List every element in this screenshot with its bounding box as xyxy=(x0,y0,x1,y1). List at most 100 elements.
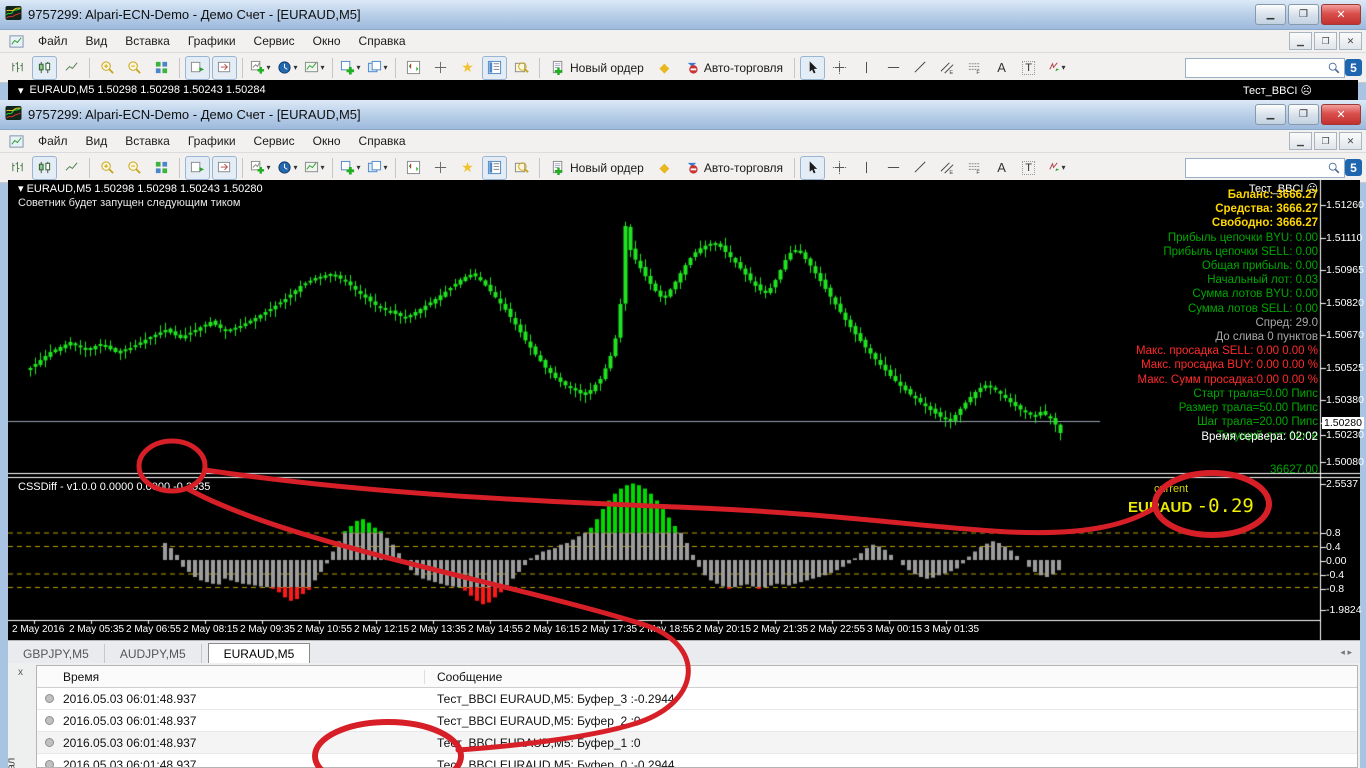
close-button[interactable]: ✕ xyxy=(1321,4,1361,25)
crosshair-icon[interactable] xyxy=(428,156,453,180)
templates-icon[interactable]: ▾ xyxy=(302,56,327,80)
text-label-tool-icon[interactable]: T xyxy=(1016,56,1041,80)
search-input[interactable] xyxy=(1185,58,1345,78)
chart-candles-icon[interactable] xyxy=(32,156,57,180)
dropdown-caret-icon[interactable]: ▾ xyxy=(383,163,387,172)
tile-windows-icon[interactable] xyxy=(149,56,174,80)
menu-item[interactable]: Файл xyxy=(29,31,77,51)
chart-line-icon[interactable] xyxy=(59,156,84,180)
ea-smiley-icon[interactable]: ☹ xyxy=(1301,85,1312,97)
crosshair-tool-icon[interactable] xyxy=(827,56,852,80)
child-restore-button[interactable]: ❐ xyxy=(1314,32,1337,50)
column-time[interactable]: Время xyxy=(37,670,425,684)
horizontal-line-tool-icon[interactable] xyxy=(881,156,906,180)
dropdown-caret-icon[interactable]: ▾ xyxy=(293,163,297,172)
menu-item[interactable]: Окно xyxy=(304,31,350,51)
dropdown-caret-icon[interactable]: ▾ xyxy=(266,163,270,172)
fibonacci-tool-icon[interactable]: F xyxy=(962,156,987,180)
new-order-button[interactable]: Новый ордер xyxy=(545,56,650,80)
menu-item[interactable]: Вставка xyxy=(116,31,179,51)
dropdown-caret-icon[interactable]: ▾ xyxy=(356,163,360,172)
chart-shift-icon[interactable] xyxy=(212,56,237,80)
dropdown-caret-icon[interactable]: ▾ xyxy=(1062,163,1066,172)
chart-tab[interactable]: GBPJPY,M5 xyxy=(8,644,105,664)
profiles-icon[interactable]: ▾ xyxy=(365,156,390,180)
zoom-in-icon[interactable] xyxy=(95,156,120,180)
chart-symbol-line[interactable]: ▾ EURAUD,M5 1.50298 1.50298 1.50243 1.50… xyxy=(18,182,263,195)
autotrading-button[interactable]: Авто-торговля xyxy=(679,56,789,80)
timeframes-icon[interactable]: ▾ xyxy=(275,156,300,180)
dropdown-caret-icon[interactable]: ▾ xyxy=(1062,63,1066,72)
child-minimize-button[interactable]: ▁ xyxy=(1289,32,1312,50)
titlebar[interactable]: 9757299: Alpari-ECN-Demo - Демо Счет - [… xyxy=(0,0,1366,30)
data-window-icon[interactable] xyxy=(401,156,426,180)
vertical-line-tool-icon[interactable] xyxy=(854,156,879,180)
crosshair-icon[interactable] xyxy=(428,56,453,80)
chart-bars-icon[interactable] xyxy=(5,56,30,80)
journal-row[interactable]: 2016.05.03 06:01:48.937Тест_BBCI EURAUD,… xyxy=(37,732,1357,754)
tile-windows-icon[interactable] xyxy=(149,156,174,180)
crosshair-tool-icon[interactable] xyxy=(827,156,852,180)
cursor-tool-icon[interactable] xyxy=(800,156,825,180)
new-chart-icon[interactable]: ▾ xyxy=(338,156,363,180)
menu-item[interactable]: Сервис xyxy=(245,31,304,51)
symbol-dropdown-icon[interactable]: ▾ xyxy=(18,84,24,97)
auto-scroll-icon[interactable] xyxy=(185,56,210,80)
terminal-close-icon[interactable]: x xyxy=(18,667,23,678)
dropdown-caret-icon[interactable]: ▾ xyxy=(383,63,387,72)
chart-area[interactable]: ▾ EURAUD,M5 1.50298 1.50298 1.50243 1.50… xyxy=(8,180,1360,640)
indicators-icon[interactable]: ▾ xyxy=(248,56,273,80)
chart-candles-icon[interactable] xyxy=(32,56,57,80)
text-tool-icon[interactable]: A xyxy=(989,56,1014,80)
strategy-tester-icon[interactable] xyxy=(509,156,534,180)
child-close-button[interactable]: ✕ xyxy=(1339,132,1362,150)
dropdown-caret-icon[interactable]: ▾ xyxy=(293,63,297,72)
dropdown-caret-icon[interactable]: ▾ xyxy=(266,63,270,72)
equidistant-channel-tool-icon[interactable]: E xyxy=(935,56,960,80)
equidistant-channel-tool-icon[interactable]: E xyxy=(935,156,960,180)
dropdown-caret-icon[interactable]: ▾ xyxy=(320,163,324,172)
close-button[interactable]: ✕ xyxy=(1321,104,1361,125)
journal-row[interactable]: 2016.05.03 06:01:48.937Тест_BBCI EURAUD,… xyxy=(37,710,1357,732)
search-input[interactable] xyxy=(1185,158,1345,178)
data-window-icon[interactable] xyxy=(401,56,426,80)
search-icon[interactable] xyxy=(1327,61,1341,75)
maximize-button[interactable]: ❐ xyxy=(1288,4,1319,25)
menu-item[interactable]: Вставка xyxy=(116,131,179,151)
zoom-out-icon[interactable] xyxy=(122,56,147,80)
chart-line-icon[interactable] xyxy=(59,56,84,80)
menu-item[interactable]: Вид xyxy=(77,31,117,51)
menu-item[interactable]: Справка xyxy=(350,131,415,151)
menu-item[interactable]: Сервис xyxy=(245,131,304,151)
menu-item[interactable]: Файл xyxy=(29,131,77,151)
text-label-tool-icon[interactable]: T xyxy=(1016,156,1041,180)
favorites-icon[interactable]: ★ xyxy=(455,56,480,80)
horizontal-line-tool-icon[interactable] xyxy=(881,56,906,80)
chart-tab[interactable]: EURAUD,M5 xyxy=(208,643,311,664)
metaeditor-icon[interactable]: ◆ xyxy=(652,56,677,80)
chart-tab[interactable]: AUDJPY,M5 xyxy=(105,644,202,664)
zoom-out-icon[interactable] xyxy=(122,156,147,180)
child-restore-button[interactable]: ❐ xyxy=(1314,132,1337,150)
minimize-button[interactable]: ▁ xyxy=(1255,104,1286,125)
journal-row[interactable]: 2016.05.03 06:01:48.937Тест_BBCI EURAUD,… xyxy=(37,688,1357,710)
menu-item[interactable]: Окно xyxy=(304,131,350,151)
child-minimize-button[interactable]: ▁ xyxy=(1289,132,1312,150)
journal-row[interactable]: 2016.05.03 06:01:48.937Тест_BBCI EURAUD,… xyxy=(37,754,1357,768)
arrows-tool-icon[interactable]: ▾ xyxy=(1043,56,1068,80)
titlebar[interactable]: 9757299: Alpari-ECN-Demo - Демо Счет - [… xyxy=(0,100,1366,130)
child-close-button[interactable]: ✕ xyxy=(1339,32,1362,50)
menu-item[interactable]: Графики xyxy=(179,31,245,51)
chart-bars-icon[interactable] xyxy=(5,156,30,180)
menu-item[interactable]: Справка xyxy=(350,31,415,51)
profiles-icon[interactable]: ▾ xyxy=(365,56,390,80)
auto-scroll-icon[interactable] xyxy=(185,156,210,180)
trendline-tool-icon[interactable] xyxy=(908,56,933,80)
fibonacci-tool-icon[interactable]: F xyxy=(962,56,987,80)
autotrading-button[interactable]: Авто-торговля xyxy=(679,156,789,180)
dropdown-caret-icon[interactable]: ▾ xyxy=(356,63,360,72)
tab-scroll-arrows[interactable]: ◂ ▸ xyxy=(1340,647,1352,658)
indicators-icon[interactable]: ▾ xyxy=(248,156,273,180)
dropdown-caret-icon[interactable]: ▾ xyxy=(320,63,324,72)
new-order-button[interactable]: Новый ордер xyxy=(545,156,650,180)
